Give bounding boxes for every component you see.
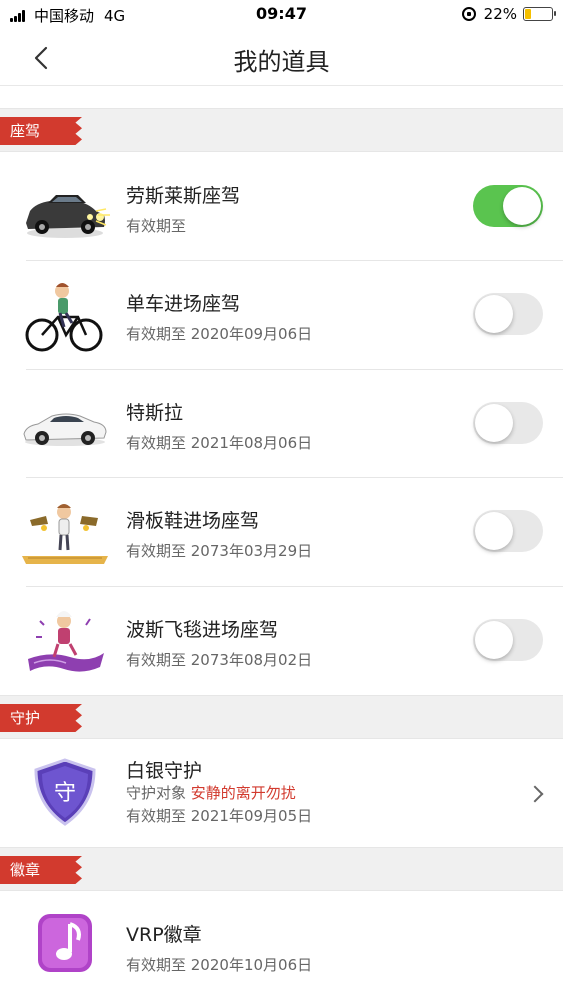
- shield-badge-text: 守: [54, 781, 76, 806]
- guard-target-label: 守护对象: [126, 784, 187, 802]
- item-validity: 有效期至 2073年03月29日: [126, 542, 313, 560]
- list-item: 单车进场座驾 有效期至 2020年09月06日: [0, 261, 563, 370]
- status-bar: 中国移动 4G 09:47 22%: [0, 0, 563, 30]
- bicycle-rider-icon: [25, 283, 103, 352]
- list-item: 滑板鞋进场座驾 有效期至 2073年03月29日: [0, 478, 563, 587]
- item-name: 单车进场座驾: [126, 293, 241, 315]
- shield-badge-icon: 守: [34, 758, 96, 826]
- guard-target-name[interactable]: 安静的离开勿扰: [191, 784, 296, 802]
- battery-icon: [523, 7, 556, 21]
- list-item: 波斯飞毯进场座驾 有效期至 2073年08月02日: [0, 587, 563, 695]
- page-title: 我的道具: [233, 48, 330, 76]
- equip-toggle[interactable]: [473, 619, 543, 661]
- item-name: 劳斯莱斯座驾: [126, 185, 241, 207]
- item-validity: 有效期至 2021年09月05日: [126, 807, 313, 825]
- item-name: 特斯拉: [126, 402, 184, 424]
- item-validity: 有效期至 2020年10月06日: [126, 956, 313, 974]
- item-name: VRP徽章: [126, 924, 202, 946]
- section-header-guardian: 守护: [0, 695, 563, 739]
- nav-bar: 我的道具: [0, 30, 563, 86]
- item-name: 白银守护: [126, 760, 203, 782]
- section-tag: 座驾: [0, 117, 82, 145]
- music-note-badge-icon: [38, 914, 92, 972]
- list-item-guardian[interactable]: 守 白银守护 守护对象 安静的离开勿扰 有效期至 2021年09月05日: [0, 740, 563, 847]
- status-right: 22%: [461, 5, 556, 23]
- guard-target: 守护对象 安静的离开勿扰: [126, 782, 296, 803]
- section-header-badges: 徽章: [0, 847, 563, 891]
- tesla-car-icon: [23, 413, 107, 446]
- rolls-royce-car-icon: [26, 195, 110, 238]
- list-item: VRP徽章 有效期至 2020年10月06日: [0, 892, 563, 1000]
- item-validity: 有效期至 2073年08月02日: [126, 651, 313, 669]
- orientation-lock-icon: [461, 7, 476, 21]
- list-item: 特斯拉 有效期至 2021年08月06日: [0, 370, 563, 478]
- equip-toggle[interactable]: [473, 510, 543, 552]
- flying-carpet-icon: [28, 611, 104, 672]
- header-spacer: [0, 86, 563, 108]
- chevron-right-icon[interactable]: [526, 785, 544, 803]
- item-validity: 有效期至: [126, 217, 187, 235]
- item-validity: 有效期至 2020年09月06日: [126, 325, 313, 343]
- section-tag: 徽章: [0, 856, 82, 884]
- equip-toggle[interactable]: [473, 402, 543, 444]
- item-validity: 有效期至 2021年08月06日: [126, 434, 313, 452]
- list-item: 劳斯莱斯座驾 有效期至: [0, 153, 563, 261]
- section-header-vehicles: 座驾: [0, 108, 563, 152]
- item-name: 滑板鞋进场座驾: [126, 510, 260, 532]
- battery-percent: 22%: [483, 5, 517, 23]
- equip-toggle[interactable]: [473, 293, 543, 335]
- section-tag: 守护: [0, 704, 82, 732]
- item-name: 波斯飞毯进场座驾: [126, 619, 279, 641]
- skate-shoes-icon: [22, 504, 108, 564]
- equip-toggle[interactable]: [473, 185, 543, 227]
